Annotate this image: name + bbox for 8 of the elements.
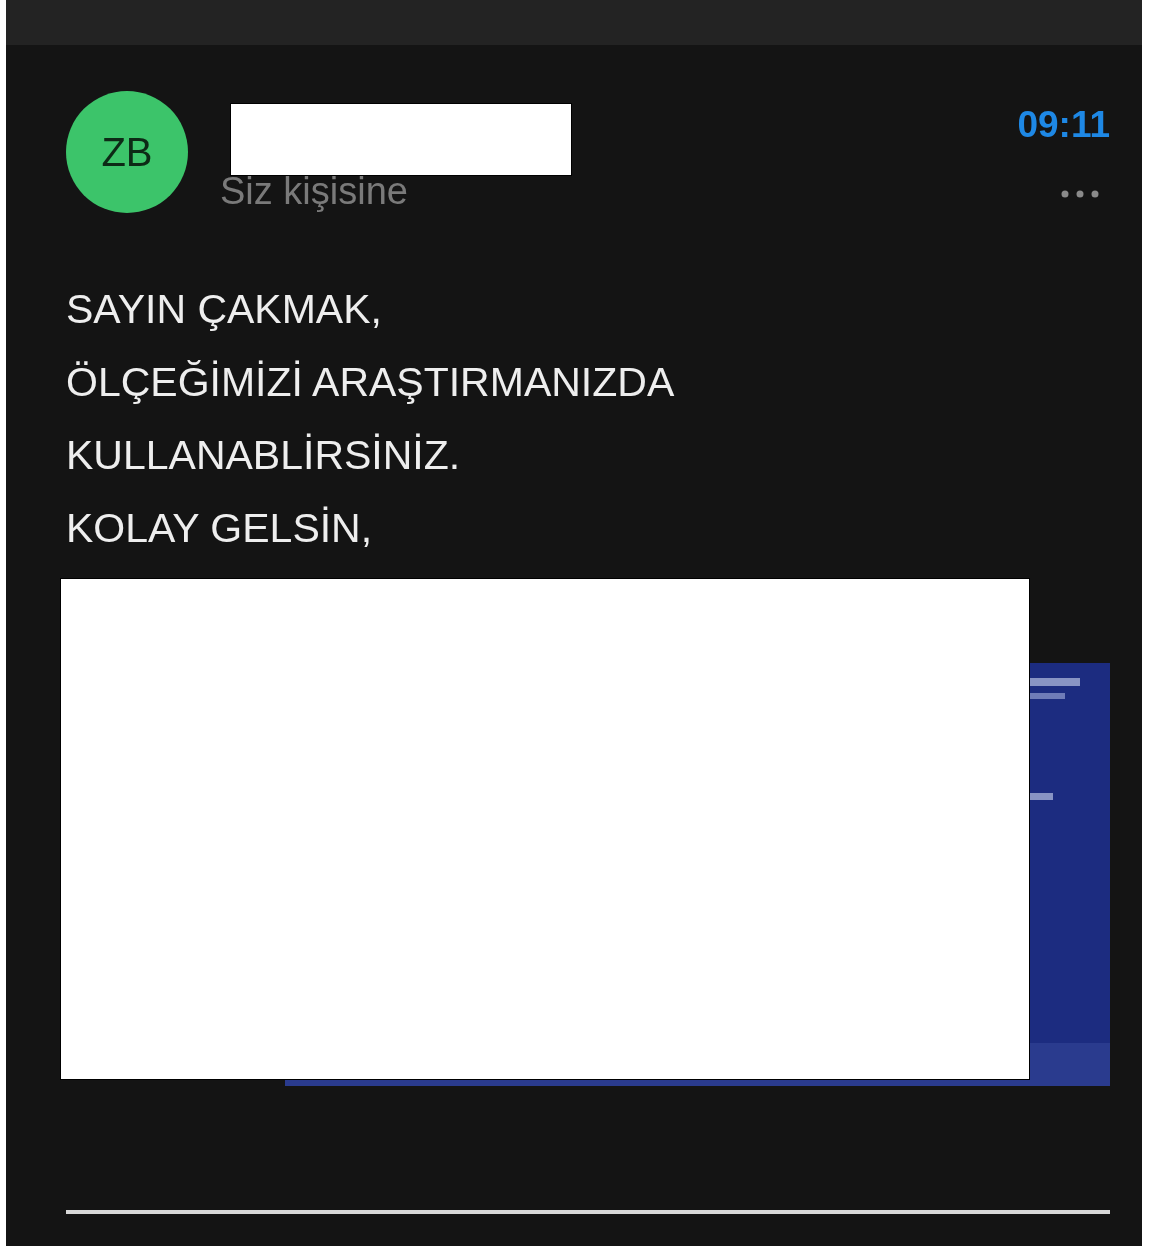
message-line: KULLANABLİRSİNİZ.	[66, 431, 461, 480]
avatar: ZB	[66, 91, 188, 213]
message-time: 09:11	[1017, 103, 1110, 147]
message-line: SAYIN ÇAKMAK,	[66, 285, 382, 334]
recipient-label: Siz kişisine	[220, 169, 409, 213]
more-icon[interactable]	[1060, 189, 1100, 199]
message-line: KOLAY GELSİN,	[66, 504, 373, 553]
message-line: ÖLÇEĞİMİZİ ARAŞTIRMANIZDA	[66, 358, 675, 407]
